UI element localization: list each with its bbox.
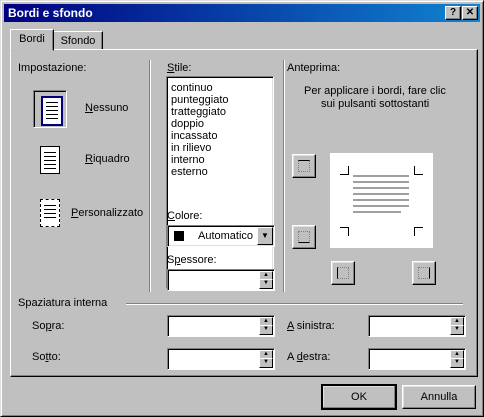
borders-and-shading-dialog: Bordi e sfondo ? ✕ Bordi Sfondo Impostaz…: [0, 0, 484, 417]
list-item[interactable]: in rilievo: [167, 142, 273, 154]
padding-left-label: A sinistra:: [287, 320, 335, 332]
padding-top-label: Sopra:: [32, 320, 65, 332]
top-border-icon: [298, 160, 310, 172]
page-icon: [41, 96, 63, 126]
spin-down-icon[interactable]: ▼: [259, 279, 273, 289]
list-item[interactable]: incassato: [167, 130, 273, 142]
color-swatch: [174, 231, 184, 241]
divider: [149, 60, 151, 292]
setting-box-icon[interactable]: [33, 141, 65, 177]
padding-right-spinner[interactable]: ▲ ▼: [368, 348, 466, 370]
setting-none-icon[interactable]: [33, 90, 67, 128]
color-value: Automatico: [198, 230, 254, 242]
list-item[interactable]: interno: [167, 154, 273, 166]
bottom-border-icon: [298, 231, 310, 243]
list-item[interactable]: tratteggiato: [167, 106, 273, 118]
padding-top-spinner[interactable]: ▲ ▼: [167, 315, 275, 337]
setting-heading: Impostazione:: [18, 62, 87, 74]
list-item[interactable]: esterno: [167, 166, 273, 178]
left-border-icon: [337, 267, 349, 279]
tab-sfondo-label: Sfondo: [60, 35, 96, 47]
spin-down-icon[interactable]: ▼: [259, 358, 273, 368]
preview-hint-line2: sui pulsanti sottostanti: [321, 98, 430, 110]
cancel-button[interactable]: Annulla: [402, 385, 476, 409]
preview-hint-line1: Per applicare i bordi, fare clic: [304, 85, 446, 97]
spin-down-icon[interactable]: ▼: [450, 358, 464, 368]
tab-sfondo[interactable]: Sfondo: [53, 31, 103, 50]
thickness-spinner[interactable]: ▲ ▼: [167, 269, 275, 291]
list-item[interactable]: doppio: [167, 118, 273, 130]
padding-bottom-spinner[interactable]: ▲ ▼: [167, 348, 275, 370]
color-dropdown[interactable]: Automatico ▼: [167, 225, 275, 247]
preview-text-lines: [353, 175, 409, 213]
top-border-button[interactable]: [292, 154, 316, 178]
padding-heading: Spaziatura interna: [18, 297, 108, 309]
setting-box-label[interactable]: Riquadro: [85, 153, 130, 165]
chevron-down-icon[interactable]: ▼: [257, 227, 273, 245]
left-border-button[interactable]: [331, 261, 355, 285]
setting-custom-icon[interactable]: [33, 194, 65, 230]
ok-button[interactable]: OK: [321, 384, 397, 410]
padding-right-label: A destra:: [287, 351, 331, 363]
help-button[interactable]: ?: [445, 6, 461, 20]
page-box-icon: [40, 146, 60, 174]
color-label: Colore:: [167, 210, 203, 222]
list-item[interactable]: punteggiato: [167, 94, 273, 106]
right-border-icon: [418, 267, 430, 279]
setting-none-label[interactable]: Nessuno: [85, 102, 128, 114]
bottom-border-button[interactable]: [292, 225, 316, 249]
preview-area: [330, 153, 433, 248]
tab-bordi-label: Bordi: [19, 33, 45, 45]
title-bar: Bordi e sfondo ? ✕: [4, 4, 480, 22]
setting-custom-label[interactable]: Personalizzato: [71, 207, 143, 219]
spin-down-icon[interactable]: ▼: [450, 325, 464, 335]
style-label: Stile:: [167, 62, 192, 74]
page-custom-icon: [40, 199, 60, 227]
window-title: Bordi e sfondo: [8, 6, 93, 20]
divider: [283, 60, 285, 292]
close-button[interactable]: ✕: [462, 6, 478, 20]
list-item[interactable]: continuo: [167, 82, 273, 94]
tab-bordi[interactable]: Bordi: [10, 29, 54, 51]
spin-down-icon[interactable]: ▼: [259, 325, 273, 335]
thickness-label: Spessore:: [167, 254, 217, 266]
divider: [126, 303, 463, 305]
padding-bottom-label: Sotto:: [32, 351, 61, 363]
preview-heading: Anteprima:: [287, 62, 341, 74]
right-border-button[interactable]: [412, 261, 436, 285]
padding-left-spinner[interactable]: ▲ ▼: [368, 315, 466, 337]
